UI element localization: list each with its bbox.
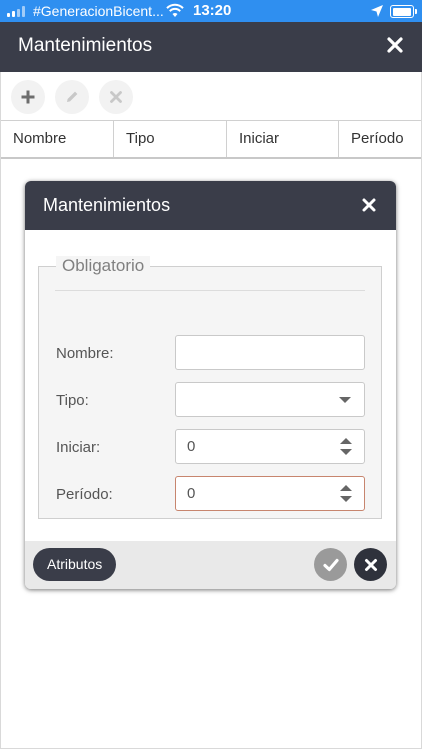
spin-up-icon[interactable]	[340, 438, 352, 444]
spin-up-icon[interactable]	[340, 485, 352, 491]
close-icon	[364, 558, 377, 571]
close-icon[interactable]	[361, 197, 377, 213]
periodo-label: Período:	[56, 486, 113, 503]
status-bar: #GeneracionBicent... 13:20	[0, 0, 422, 22]
dialog-footer: Atributos	[25, 541, 396, 589]
column-header-tipo[interactable]: Tipo	[114, 121, 227, 157]
periodo-stepper[interactable]: 0	[175, 476, 365, 511]
delete-button[interactable]	[99, 80, 133, 114]
column-header-periodo[interactable]: Período	[339, 121, 421, 157]
nombre-label: Nombre:	[56, 345, 114, 362]
app-header: Mantenimientos	[0, 22, 422, 72]
add-button[interactable]	[11, 80, 45, 114]
dialog-title: Mantenimientos	[43, 195, 171, 215]
page-title: Mantenimientos	[18, 35, 153, 56]
close-icon[interactable]	[386, 36, 404, 54]
toolbar	[11, 80, 133, 114]
iniciar-stepper[interactable]: 0	[175, 429, 365, 464]
chevron-down-icon	[339, 397, 351, 403]
wifi-icon	[166, 3, 184, 17]
cancel-button[interactable]	[354, 548, 387, 581]
dialog-body: Obligatorio Nombre: Tipo: Iniciar: 0 Per…	[25, 230, 396, 541]
battery-icon	[390, 5, 417, 18]
check-icon	[322, 558, 339, 571]
location-arrow-icon	[371, 5, 383, 17]
pencil-icon	[67, 91, 78, 102]
status-time: 13:20	[193, 2, 232, 19]
plus-icon	[21, 90, 35, 104]
column-header-nombre[interactable]: Nombre	[1, 121, 114, 157]
required-fieldset: Obligatorio Nombre: Tipo: Iniciar: 0 Per…	[38, 256, 382, 519]
edit-button[interactable]	[55, 80, 89, 114]
table-header: Nombre Tipo Iniciar Período	[1, 120, 421, 159]
confirm-button[interactable]	[314, 548, 347, 581]
maintenance-dialog: Mantenimientos Obligatorio Nombre: Tipo:…	[25, 181, 396, 589]
x-icon	[110, 91, 122, 103]
column-header-iniciar[interactable]: Iniciar	[227, 121, 339, 157]
carrier-name: #GeneracionBicent...	[33, 3, 164, 19]
spin-down-icon[interactable]	[340, 496, 352, 502]
cellular-signal-icon	[7, 6, 29, 17]
dialog-header: Mantenimientos	[25, 181, 396, 230]
attributes-button[interactable]: Atributos	[33, 548, 117, 581]
iniciar-label: Iniciar:	[56, 439, 101, 456]
legend-divider	[55, 290, 365, 291]
tipo-select[interactable]	[175, 382, 365, 417]
periodo-value: 0	[187, 485, 196, 502]
spin-down-icon[interactable]	[340, 449, 352, 455]
nombre-input[interactable]	[175, 335, 365, 370]
tipo-label: Tipo:	[56, 392, 89, 409]
iniciar-value: 0	[187, 438, 196, 455]
fieldset-legend: Obligatorio	[56, 256, 151, 276]
